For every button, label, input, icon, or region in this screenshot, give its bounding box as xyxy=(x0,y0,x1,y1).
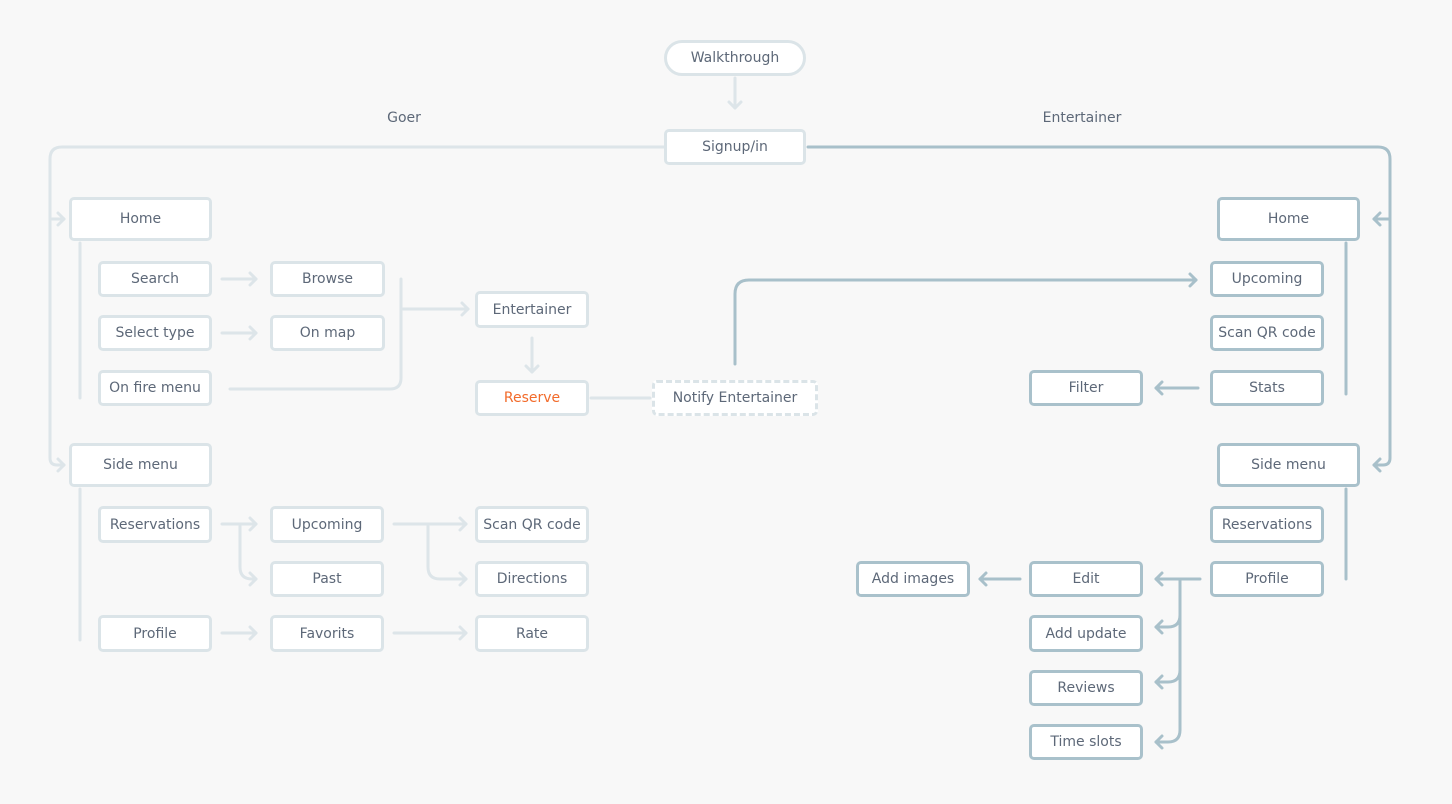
entertainer-branch-label: Entertainer xyxy=(1042,110,1122,126)
node-entertainer-edit: Edit xyxy=(1029,561,1143,597)
edge-signup-entertainer xyxy=(806,145,1392,467)
node-goer-browse: Browse xyxy=(270,261,385,297)
node-goer-entertainer: Entertainer xyxy=(475,291,589,328)
node-goer-side-menu: Side menu xyxy=(69,443,212,487)
node-goer-profile: Profile xyxy=(98,615,212,652)
goer-branch-label: Goer xyxy=(387,110,421,126)
node-entertainer-filter: Filter xyxy=(1029,370,1143,406)
node-goer-reserve: Reserve xyxy=(475,380,589,416)
node-goer-directions: Directions xyxy=(475,561,589,597)
node-entertainer-upcoming: Upcoming xyxy=(1210,261,1324,297)
edge-reservations-past xyxy=(238,522,258,581)
node-entertainer-scan-qr: Scan QR code xyxy=(1210,315,1324,351)
edge-notify-upcoming xyxy=(733,278,1198,366)
node-goer-upcoming: Upcoming xyxy=(270,506,384,543)
node-goer-home: Home xyxy=(69,197,212,241)
node-top-walkthrough: Walkthrough xyxy=(664,40,806,76)
node-goer-notify-entertainer: Notify Entertainer xyxy=(652,380,818,416)
node-goer-on-fire-menu: On fire menu xyxy=(98,370,212,406)
edge-upcoming-directions xyxy=(426,522,468,581)
node-goer-rate: Rate xyxy=(475,615,589,652)
node-entertainer-add-update: Add update xyxy=(1029,615,1143,652)
node-goer-reservations: Reservations xyxy=(98,506,212,543)
node-entertainer-time-slots: Time slots xyxy=(1029,724,1143,760)
node-goer-scan-qr: Scan QR code xyxy=(475,506,589,543)
node-goer-past: Past xyxy=(270,561,384,597)
edge-profile-timeslots xyxy=(1154,577,1182,744)
node-top-signup: Signup/in xyxy=(664,129,806,165)
node-entertainer-profile: Profile xyxy=(1210,561,1324,597)
node-goer-search: Search xyxy=(98,261,212,297)
node-entertainer-side-menu: Side menu xyxy=(1217,443,1360,487)
node-goer-select-type: Select type xyxy=(98,315,212,351)
node-entertainer-add-images: Add images xyxy=(856,561,970,597)
node-entertainer-reviews: Reviews xyxy=(1029,670,1143,706)
node-entertainer-stats: Stats xyxy=(1210,370,1324,406)
node-entertainer-reservations: Reservations xyxy=(1210,506,1324,543)
node-entertainer-home: Home xyxy=(1217,197,1360,241)
node-goer-on-map: On map xyxy=(270,315,385,351)
node-goer-favorits: Favorits xyxy=(270,615,384,652)
